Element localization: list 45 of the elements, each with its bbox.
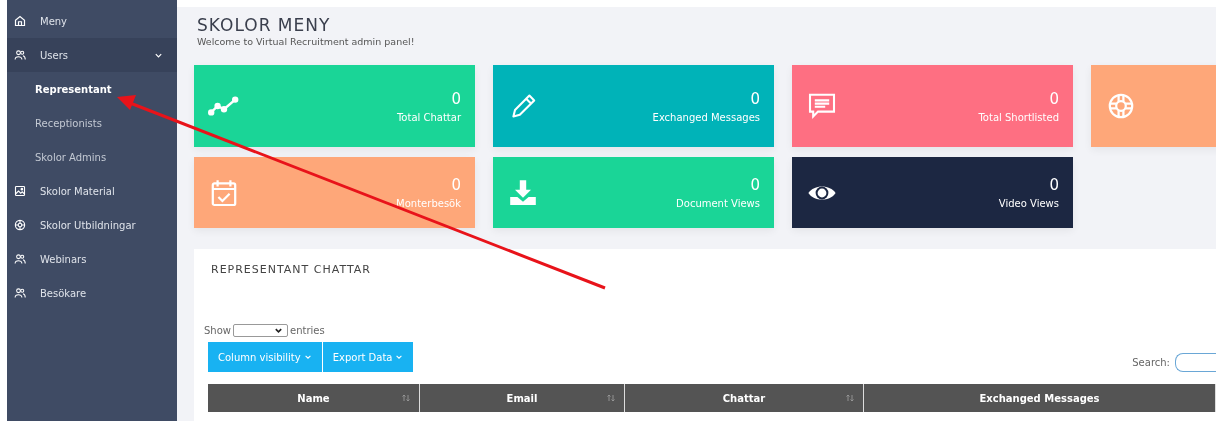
stat-label: Exchanged Messages <box>652 111 760 123</box>
column-header[interactable]: Email <box>420 384 625 412</box>
caret-icon <box>303 353 312 361</box>
stat-label: Monterbesök <box>396 198 461 209</box>
users-icon <box>14 287 26 299</box>
sidebar-subitem[interactable]: Skolor Admins <box>7 140 177 174</box>
stat-value: 0 <box>750 89 760 108</box>
users-icon <box>14 49 26 61</box>
entries-label: entries <box>290 325 325 336</box>
sort-icon <box>401 394 411 402</box>
column-header[interactable]: Chattar <box>625 384 864 412</box>
sidebar-item[interactable]: Users <box>7 38 177 72</box>
caret-icon <box>395 353 404 361</box>
search-label: Search: <box>1132 357 1170 368</box>
chevron-icon <box>274 326 283 335</box>
sort-icon <box>606 394 616 402</box>
sidebar-item[interactable]: Skolor Material <box>7 174 177 208</box>
panel-title: REPRESENTANT CHATTAR <box>211 263 372 276</box>
entries-select[interactable] <box>233 324 288 337</box>
column-header[interactable]: Exchanged Messages <box>864 384 1216 412</box>
sidebar-subitem[interactable]: Representant <box>7 72 177 106</box>
sidebar-item[interactable]: Besökare <box>7 276 177 310</box>
sidebar-subitem[interactable]: Receptionists <box>7 106 177 140</box>
stat-label: Total Shortlisted <box>978 111 1059 123</box>
stat-value: 0 <box>1049 89 1059 108</box>
sidebar-item[interactable]: Skolor Utbildningar <box>7 208 177 242</box>
page-title: SKOLOR MENY <box>197 15 332 35</box>
stat-label: Video Views <box>998 198 1059 209</box>
sidebar-item[interactable]: Webinars <box>7 242 177 276</box>
search-field[interactable] <box>1175 353 1216 372</box>
users-icon <box>14 253 26 265</box>
page-subtitle: Welcome to Virtual Recruitment admin panel! <box>197 36 416 47</box>
image-icon <box>14 185 26 197</box>
stat-value: 0 <box>750 176 760 194</box>
stat-value: 0 <box>1049 176 1059 194</box>
column-header[interactable]: Name <box>208 384 420 412</box>
sort-icon <box>845 394 855 402</box>
show-label: Show <box>204 325 231 336</box>
aperture-icon <box>14 219 26 231</box>
sidebar-item[interactable]: Meny <box>7 4 177 38</box>
stat-label: Total Chattar <box>396 111 461 123</box>
stat-value: 0 <box>451 89 461 108</box>
home-icon <box>14 15 26 27</box>
stat-label: Document Views <box>676 198 760 209</box>
stat-value: 0 <box>451 176 461 194</box>
